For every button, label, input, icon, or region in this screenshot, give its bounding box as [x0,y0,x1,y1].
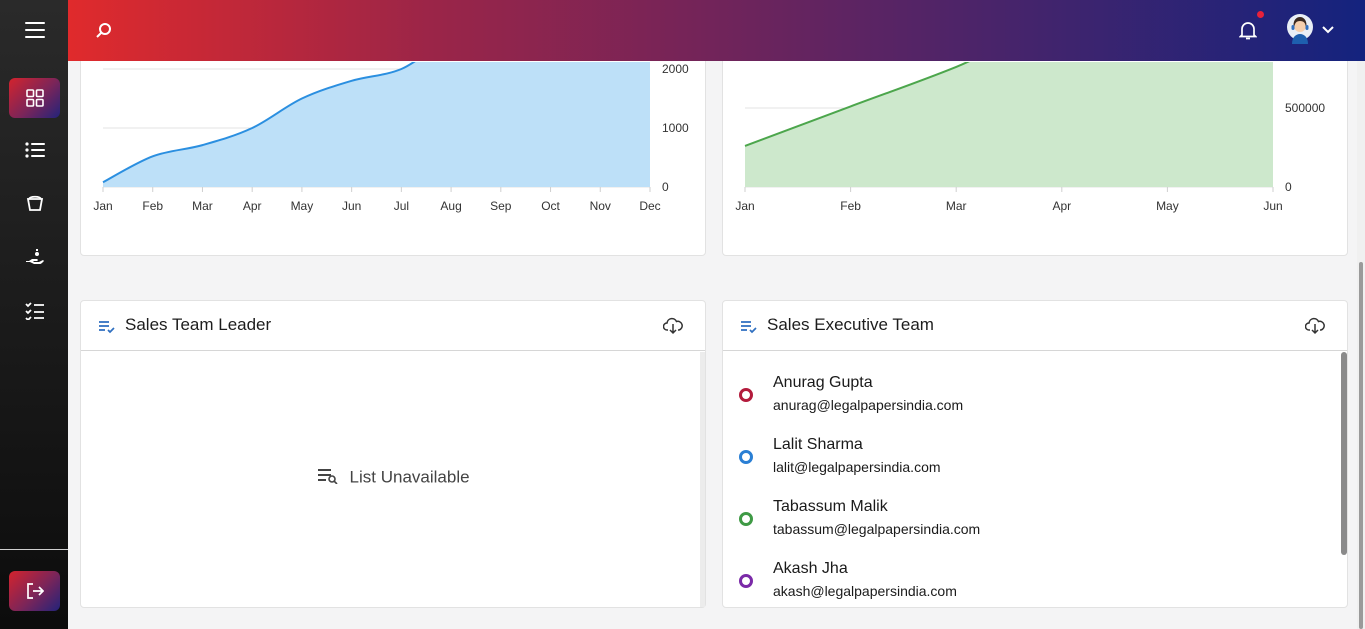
cup-icon[interactable] [9,183,60,223]
avatar[interactable] [1286,13,1314,45]
chart2-y-tick: 500000 [1285,101,1325,115]
status-ring [739,450,753,464]
search-icon[interactable] [92,19,116,43]
notification-badge [1257,11,1264,18]
dashboard-icon[interactable] [9,78,60,118]
empty-state-text: List Unavailable [349,467,470,487]
panel-header: Sales Team Leader [81,301,705,351]
chart2-x-tick: Feb [840,199,861,213]
bell-icon[interactable] [1236,18,1260,42]
list-check-icon [740,319,758,338]
logout-icon[interactable] [9,571,60,611]
member-name: Anurag Gupta [773,374,873,391]
list-icon[interactable] [9,130,60,170]
list-item[interactable]: Anurag Gupta anurag@legalpapersindia.com [723,374,1323,424]
checklist-icon[interactable] [9,291,60,331]
member-name: Tabassum Malik [773,498,888,515]
chart1-x-tick: Jun [342,199,361,213]
panel-title: Sales Team Leader [125,315,272,334]
chart2-y-tick: 0 [1285,180,1292,194]
chart1-x-tick: Oct [541,199,560,213]
chart2-x-tick: Mar [946,199,967,213]
chart1-x-tick: Dec [639,199,660,213]
chart1-x-tick: Feb [142,199,163,213]
chevron-down-icon[interactable] [1320,20,1336,40]
chart1-x-tick: Jan [93,199,112,213]
chart2-x-tick: May [1156,199,1179,213]
member-email: anurag@legalpapersindia.com [773,397,964,413]
chart1-x-tick: May [291,199,314,213]
member-email: lalit@legalpapersindia.com [773,459,941,475]
chart1-x-tick: Apr [243,199,262,213]
chart1-x-tick: Aug [440,199,461,213]
member-email: akash@legalpapersindia.com [773,583,957,599]
cloud-download-icon[interactable] [1304,317,1325,339]
chart1-y-tick: 2000 [662,62,689,76]
status-ring [739,512,753,526]
member-name: Lalit Sharma [773,436,863,453]
chart2-x-tick: Apr [1052,199,1071,213]
sidebar-divider [0,549,68,550]
list-item[interactable]: Tabassum Malik tabassum@legalpapersindia… [723,498,1323,548]
menu-icon[interactable] [9,10,60,50]
chart1-x-tick: Mar [192,199,213,213]
chart1-x-tick: Jul [394,199,409,213]
chart1-y-tick: 1000 [662,121,689,135]
list-item[interactable]: Lalit Sharma lalit@legalpapersindia.com [723,436,1323,486]
list-search-icon [318,468,339,488]
panel-scrollbar[interactable] [1341,352,1347,555]
empty-state: List Unavailable [81,467,707,488]
sales-executive-team-panel: Sales Executive Team Anurag Gupta anurag… [722,300,1348,608]
chart2-x-tick: Jan [735,199,754,213]
hand-coin-icon[interactable] [9,238,60,278]
panel-title: Sales Executive Team [767,315,934,334]
cloud-download-icon[interactable] [662,317,683,339]
top-header [68,0,1365,61]
member-email: tabassum@legalpapersindia.com [773,521,981,537]
list-item[interactable]: Akash Jha akash@legalpapersindia.com [723,560,1323,607]
page-scrollbar-thumb[interactable] [1359,262,1363,629]
panel-header: Sales Executive Team [723,301,1347,351]
list-check-icon [98,319,116,338]
sales-team-leader-panel: Sales Team Leader List Unavailable [80,300,706,608]
chart1-x-tick: Sep [490,199,512,213]
chart1-y-tick: 0 [662,180,669,194]
status-ring [739,388,753,402]
chart1-x-tick: Nov [590,199,611,213]
sidebar [0,0,68,629]
status-ring [739,574,753,588]
member-name: Akash Jha [773,560,848,577]
chart2-x-tick: Jun [1263,199,1282,213]
